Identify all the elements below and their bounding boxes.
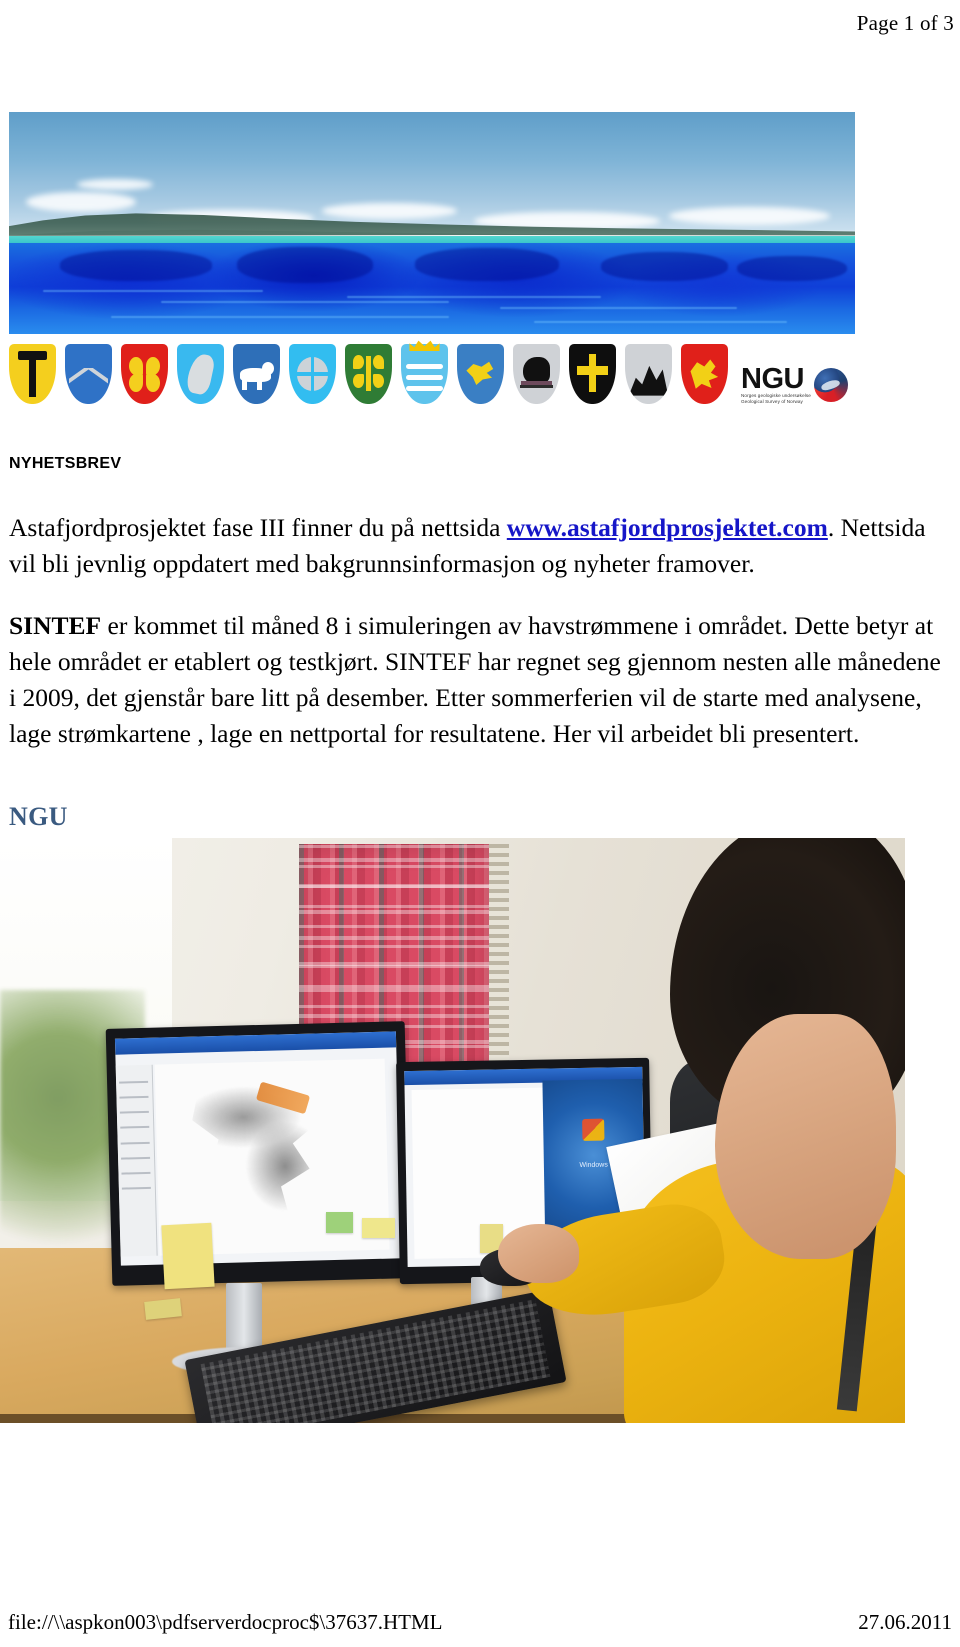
photo-monitor-left: [105, 1021, 411, 1287]
paragraph-sintef: SINTEF er kommet til måned 8 i simulerin…: [9, 608, 949, 752]
photo-monitor-stand-left: [226, 1282, 263, 1353]
crest-pinwheel: [289, 344, 336, 404]
ngu-caption: NGU: [9, 802, 68, 831]
photo-person-face: [714, 1013, 896, 1260]
astafjord-website-link[interactable]: www.astafjordprosjektet.com: [507, 513, 828, 542]
banner-seafloor-bathymetry: [9, 242, 855, 334]
crest-green-flowers: [345, 344, 392, 404]
ngu-subtitle-en: Geological Survey of Norway: [741, 399, 803, 404]
newsletter-label: NYHETSBREV: [9, 455, 122, 472]
ngu-subtitle-no: Norges geologiske undersøkelse: [741, 393, 811, 398]
crest-otter: [233, 344, 280, 404]
photo-gis-layers-panel: [115, 1065, 158, 1257]
cloud-icon: [25, 191, 136, 212]
crest-lion: [681, 344, 728, 404]
photo-gis-terrain: [178, 1080, 343, 1227]
windows-logo-icon: [582, 1119, 605, 1142]
photo-post-it-note: [325, 1212, 353, 1234]
crest-torsken: [9, 344, 56, 404]
windows-wordmark: Windows: [579, 1162, 609, 1170]
page-footer: file://\\aspkon003\pdfserverdocproc$\376…: [0, 1605, 960, 1639]
crest-crown-waves: [401, 340, 448, 404]
photo-person-hand: [497, 1224, 580, 1283]
page-indicator: Page 1 of 3: [856, 10, 954, 35]
ngu-logo: NGU Norges geologiske undersøkelse Geolo…: [741, 362, 848, 404]
article-body: Astafjordprosjektet fase III finner du p…: [9, 510, 949, 752]
photo-post-it-note: [362, 1218, 395, 1239]
crest-mountain: [625, 344, 672, 404]
municipal-crests-row: NGU Norges geologiske undersøkelse Geolo…: [9, 340, 855, 404]
photo-screen-gis: [114, 1031, 402, 1266]
crest-black-bird: [513, 344, 560, 404]
page-header: Page 1 of 3: [0, 0, 960, 46]
cloud-icon: [322, 203, 458, 219]
paragraph-website: Astafjordprosjektet fase III finner du p…: [9, 510, 949, 582]
photo-post-it-note: [161, 1222, 215, 1290]
photo-researcher-at-workstation: Windows: [0, 838, 905, 1423]
footer-date: 27.06.2011: [858, 1609, 952, 1634]
para1-lead: Astafjordprosjektet fase III finner du p…: [9, 513, 507, 542]
sintef-lead: SINTEF: [9, 611, 102, 640]
crest-griffin: [457, 344, 504, 404]
photo-gis-titlebar: [114, 1031, 396, 1056]
footer-file-path: file://\\aspkon003\pdfserverdocproc$\376…: [8, 1609, 443, 1634]
crest-red-quatrefoil: [121, 344, 168, 404]
ngu-wordmark: NGU: [741, 362, 804, 395]
crest-cross: [569, 344, 616, 404]
crest-chevron: [65, 344, 112, 404]
crest-seal: [177, 344, 224, 404]
ngu-globe-icon: [813, 367, 848, 402]
sintef-rest: er kommet til måned 8 i simuleringen av …: [9, 611, 941, 748]
cloud-icon: [76, 178, 153, 190]
banner-bathymetry-image: [9, 112, 855, 334]
document-page: Page 1 of 3 NGU Norges geologiske unders…: [0, 0, 960, 1647]
